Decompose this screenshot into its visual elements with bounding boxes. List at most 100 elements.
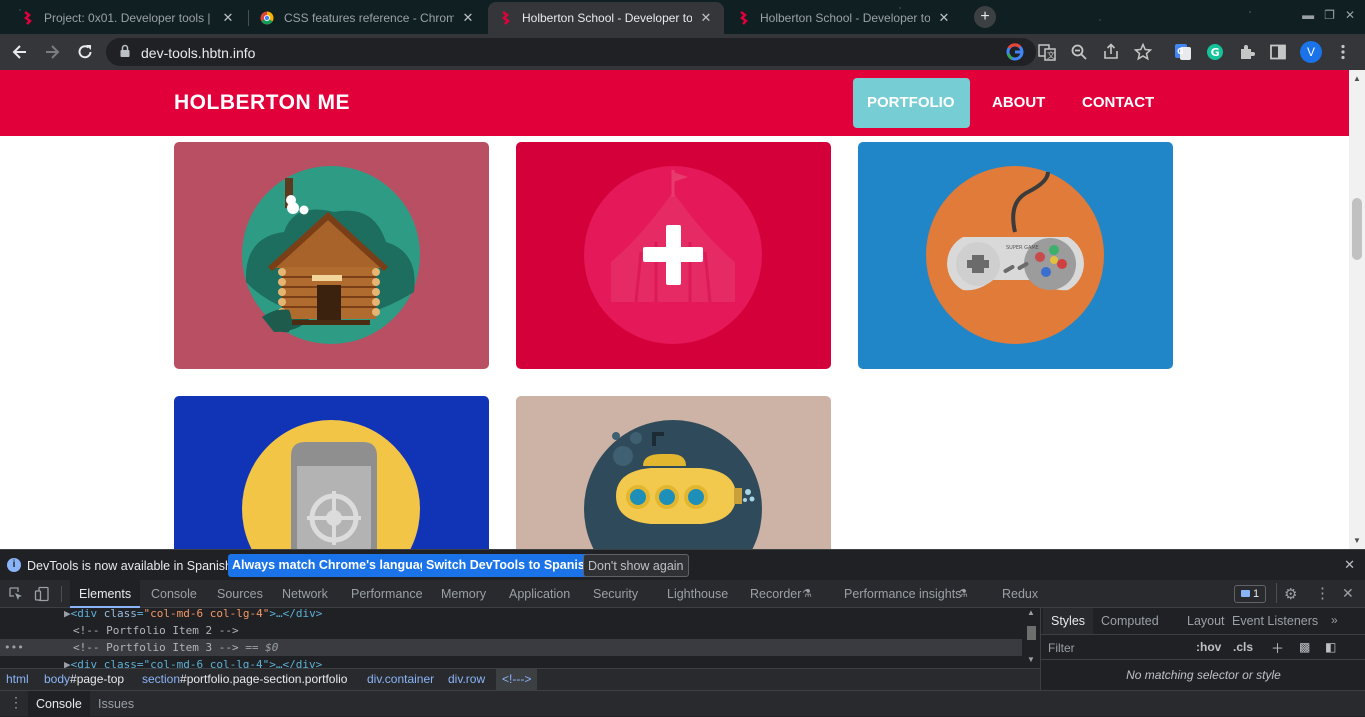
nav-contact[interactable]: CONTACT xyxy=(1068,78,1168,128)
portfolio-item-controller[interactable]: SUPER GAME xyxy=(858,142,1173,369)
hover-state-toggle[interactable]: :hov xyxy=(1196,640,1221,654)
address-bar[interactable]: dev-tools.hbtn.info xyxy=(106,38,1036,66)
site-brand[interactable]: HOLBERTON ME xyxy=(174,91,350,115)
extensions-puzzle-icon[interactable] xyxy=(1237,42,1257,62)
browser-tab-holberton-2[interactable]: Holberton School - Developer to ✕ xyxy=(726,2,962,34)
window-controls[interactable]: ▬ ❐ ✕ xyxy=(1302,8,1355,22)
portfolio-item-safe[interactable] xyxy=(174,396,489,549)
bookmark-star-icon[interactable] xyxy=(1133,42,1153,62)
reload-icon[interactable] xyxy=(75,42,95,62)
elements-scroll-thumb[interactable] xyxy=(1027,626,1036,640)
profile-avatar[interactable]: V xyxy=(1300,41,1322,63)
lock-icon[interactable] xyxy=(118,44,132,58)
add-style-rule-icon[interactable]: ＋ xyxy=(1271,638,1284,657)
drawer-menu-icon[interactable]: ⋮ xyxy=(9,694,23,711)
breadcrumb-section[interactable]: section#portfolio.page-section.portfolio xyxy=(142,669,347,690)
tab-application[interactable]: Application xyxy=(507,580,572,608)
tab-performance-insights[interactable]: Performance insights xyxy=(842,580,963,608)
scroll-down-icon[interactable]: ▼ xyxy=(1353,536,1361,545)
tab-recorder[interactable]: Recorder xyxy=(748,580,803,608)
tab-title: Project: 0x01. Developer tools | H xyxy=(44,11,214,25)
new-tab-button[interactable]: + xyxy=(974,6,996,28)
elements-scrollbar[interactable]: ▲ ▼ xyxy=(1024,608,1038,668)
tab-elements[interactable]: Elements xyxy=(70,580,141,608)
browser-tab-project[interactable]: Project: 0x01. Developer tools | H ✕ xyxy=(10,2,246,34)
dont-show-again-button[interactable]: Don't show again xyxy=(583,554,689,577)
close-tab-icon[interactable]: ✕ xyxy=(698,10,714,26)
tab-performance[interactable]: Performance xyxy=(349,580,425,608)
breadcrumb-row[interactable]: div.row xyxy=(448,669,485,690)
dom-comment-portfolio-item-2[interactable]: <!-- Portfolio Item 2 --> xyxy=(0,622,1022,639)
class-toggle[interactable]: .cls xyxy=(1233,640,1253,654)
scrollbar-thumb[interactable] xyxy=(1352,198,1362,260)
browser-tab-active[interactable]: Holberton School - Developer to ✕ xyxy=(488,2,724,34)
restore-icon[interactable]: ❐ xyxy=(1324,8,1335,22)
issues-count-badge[interactable]: 1 xyxy=(1234,585,1266,603)
drawer-tab-console[interactable]: Console xyxy=(28,691,90,717)
nav-about[interactable]: ABOUT xyxy=(978,78,1059,128)
tab-title: CSS features reference - Chrome xyxy=(284,11,454,25)
elements-tree: ▶<div class="col-md-6 col-lg-4">…</div> … xyxy=(0,608,1040,668)
close-tab-icon[interactable]: ✕ xyxy=(220,10,236,26)
tab-console[interactable]: Console xyxy=(149,580,199,608)
inspect-element-icon[interactable] xyxy=(8,586,24,605)
translate-icon[interactable]: 文 xyxy=(1037,42,1057,62)
close-tab-icon[interactable]: ✕ xyxy=(460,10,476,26)
device-toolbar-icon[interactable] xyxy=(34,586,50,605)
side-panel-icon[interactable] xyxy=(1268,42,1288,62)
google-icon[interactable] xyxy=(1005,42,1025,62)
zoom-icon[interactable] xyxy=(1069,42,1089,62)
portfolio-item-cabin[interactable] xyxy=(174,142,489,369)
close-infobar-icon[interactable]: ✕ xyxy=(1344,557,1355,573)
tab-redux[interactable]: Redux xyxy=(1000,580,1040,608)
tab-lighthouse[interactable]: Lighthouse xyxy=(665,580,730,608)
toggle-sidebar-icon[interactable]: ◧ xyxy=(1325,640,1336,654)
minimize-icon[interactable]: ▬ xyxy=(1302,8,1314,22)
tab-styles[interactable]: Styles xyxy=(1043,608,1094,634)
tab-network[interactable]: Network xyxy=(280,580,330,608)
always-match-language-button[interactable]: Always match Chrome's language xyxy=(228,554,439,577)
breadcrumb-container[interactable]: div.container xyxy=(367,669,434,690)
chrome-menu-icon[interactable] xyxy=(1333,42,1353,62)
scroll-up-icon[interactable]: ▲ xyxy=(1353,74,1361,83)
close-devtools-icon[interactable]: ✕ xyxy=(1342,585,1354,602)
tab-event-listeners[interactable]: Event Listeners xyxy=(1224,608,1326,634)
breadcrumb-comment[interactable]: <!---> xyxy=(496,669,538,690)
portfolio-item-submarine[interactable] xyxy=(516,396,831,549)
share-icon[interactable] xyxy=(1101,42,1121,62)
nav-portfolio[interactable]: PORTFOLIO xyxy=(853,78,970,128)
settings-gear-icon[interactable]: ⚙ xyxy=(1284,585,1297,603)
submarine-icon xyxy=(584,420,762,549)
game-controller-icon: SUPER GAME xyxy=(926,166,1104,344)
google-translate-extension-icon[interactable]: G xyxy=(1173,42,1193,62)
tab-security[interactable]: Security xyxy=(591,580,640,608)
more-options-icon[interactable]: ⋮ xyxy=(1315,584,1330,602)
tab-sources[interactable]: Sources xyxy=(215,580,265,608)
browser-tab-strip: Project: 0x01. Developer tools | H ✕ CSS… xyxy=(0,0,1365,34)
scroll-down-icon[interactable]: ▼ xyxy=(1027,655,1035,664)
browser-toolbar: dev-tools.hbtn.info 文 G G V xyxy=(0,34,1365,70)
scroll-up-icon[interactable]: ▲ xyxy=(1027,608,1035,617)
browser-tab-css-reference[interactable]: CSS features reference - Chrome ✕ xyxy=(250,2,486,34)
dom-comment-portfolio-item-3-selected[interactable]: ••• <!-- Portfolio Item 3 --> == $0 xyxy=(0,639,1022,656)
drawer-tab-issues[interactable]: Issues xyxy=(90,691,142,717)
dom-node-portfolio-item-next[interactable]: ▶<div class="col-md-6 col-lg-4">…</div> xyxy=(0,656,1022,668)
switch-to-spanish-button[interactable]: Switch DevTools to Spanish xyxy=(422,554,597,577)
page-scrollbar[interactable]: ▲ ▼ xyxy=(1349,70,1365,549)
tab-memory[interactable]: Memory xyxy=(439,580,488,608)
close-tab-icon[interactable]: ✕ xyxy=(936,10,952,26)
styles-filter-input[interactable] xyxy=(1043,638,1183,657)
breadcrumb-body[interactable]: body#page-top xyxy=(44,669,124,690)
dom-node-portfolio-item-1[interactable]: ▶<div class="col-md-6 col-lg-4">…</div> xyxy=(0,608,1022,622)
more-tabs-chevron-icon[interactable]: » xyxy=(1331,613,1338,627)
page-viewport: HOLBERTON ME PORTFOLIO ABOUT CONTACT SUP… xyxy=(0,70,1349,549)
breadcrumb-html[interactable]: html xyxy=(6,669,29,690)
close-window-icon[interactable]: ✕ xyxy=(1345,8,1355,22)
grammarly-icon[interactable]: G xyxy=(1205,42,1225,62)
back-icon[interactable] xyxy=(10,42,30,62)
svg-text:文: 文 xyxy=(1047,50,1055,60)
forward-icon[interactable] xyxy=(42,42,62,62)
paint-roller-icon[interactable]: ▩ xyxy=(1299,640,1310,654)
portfolio-item-circus[interactable] xyxy=(516,142,831,369)
tab-computed[interactable]: Computed xyxy=(1093,608,1167,634)
